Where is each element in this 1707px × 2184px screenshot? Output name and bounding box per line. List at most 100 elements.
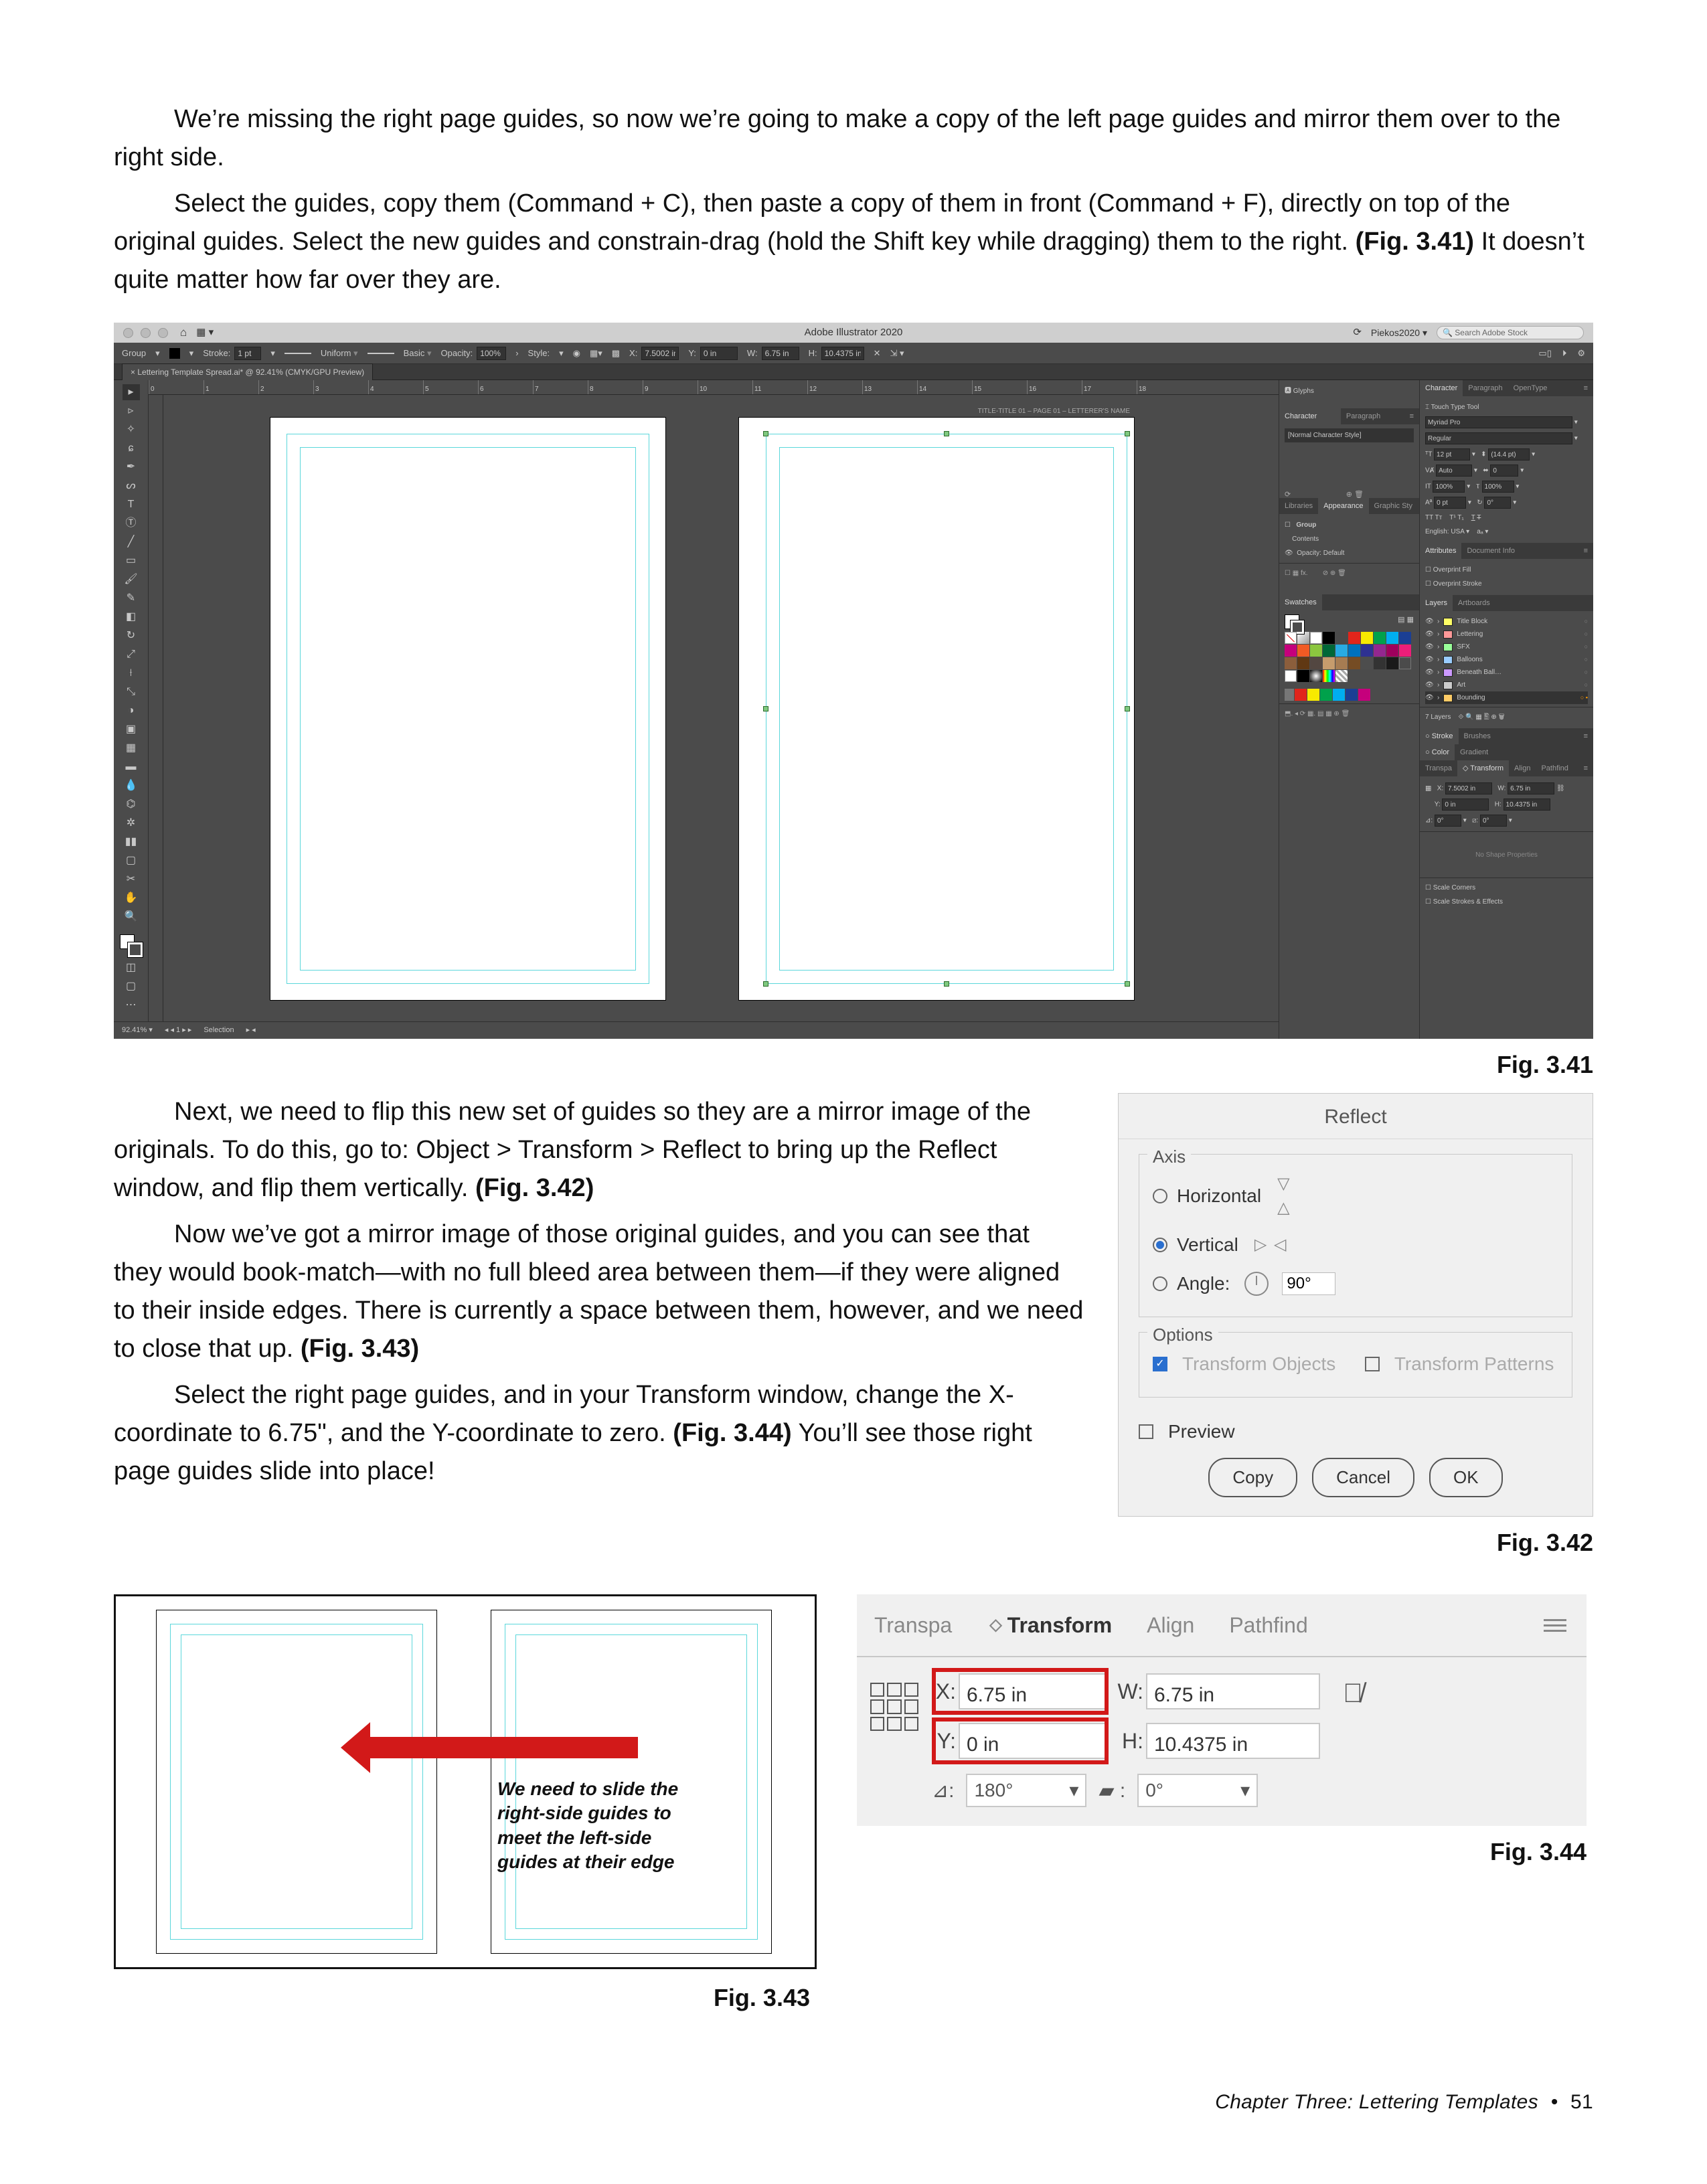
char-styles-tab[interactable]: Character Styles (1279, 408, 1341, 424)
selection-handle[interactable] (944, 981, 949, 987)
perspective-tool-icon[interactable]: ▣ (123, 722, 140, 738)
rectangle-tool-icon[interactable]: ▭ (123, 553, 140, 569)
baseline-input[interactable] (1434, 497, 1466, 509)
document-tab[interactable]: × Lettering Template Spread.ai* @ 92.41%… (122, 363, 373, 380)
arrange-doc-icon[interactable]: ▭▯ (1538, 347, 1551, 360)
layer-item[interactable]: Title Block (1457, 616, 1487, 626)
selection-handle[interactable] (1125, 981, 1130, 987)
angle-radio[interactable]: Angle: (1153, 1264, 1558, 1303)
w-input[interactable] (762, 347, 799, 360)
shaper-tool-icon[interactable]: ✎ (123, 590, 140, 606)
scale-corners-check[interactable]: Scale Corners (1433, 884, 1475, 892)
eraser-tool-icon[interactable]: ◧ (123, 609, 140, 625)
brush-definition[interactable]: Basic (404, 347, 432, 360)
layer-item[interactable]: Bounding (1457, 693, 1485, 703)
y-input[interactable]: 0 in (959, 1723, 1106, 1759)
slice-tool-icon[interactable]: ✂ (123, 871, 140, 888)
layer-item[interactable]: Beneath Ball… (1457, 667, 1501, 677)
h-input[interactable]: 10.4375 in (1146, 1723, 1320, 1759)
copy-button[interactable]: Copy (1208, 1458, 1297, 1497)
transform-h-input[interactable] (1503, 799, 1550, 811)
angle-input[interactable] (1282, 1272, 1335, 1295)
reference-point-icon[interactable] (870, 1683, 918, 1731)
overprint-fill-check[interactable]: Overprint Fill (1433, 566, 1471, 574)
transform-y-input[interactable] (1442, 799, 1489, 811)
character-tab[interactable]: Character (1420, 380, 1463, 396)
selection-handle[interactable] (944, 431, 949, 436)
font-size-input[interactable] (1434, 448, 1470, 460)
canvas[interactable]: TITLE-TITLE 01 – PAGE 01 – LETTERER'S NA… (163, 395, 1279, 1021)
transform-w-input[interactable] (1508, 782, 1554, 794)
align-icon[interactable]: ▦▾ (590, 347, 602, 360)
layer-item[interactable]: Art (1457, 680, 1465, 690)
transform-shear-input[interactable] (1480, 815, 1507, 827)
layer-item[interactable]: SFX (1457, 642, 1469, 652)
shear-input[interactable]: 0°▾ (1137, 1774, 1258, 1807)
artboard-nav[interactable]: ◂ ◂ 1 ▸ ▸ (165, 1025, 191, 1036)
cancel-button[interactable]: Cancel (1312, 1458, 1414, 1497)
zoom-tool-icon[interactable]: 🔍 (123, 909, 140, 925)
width-tool-icon[interactable]: ⟊ (123, 665, 140, 681)
gpu-icon[interactable]: ⏵ (1562, 347, 1567, 360)
selected-guides-inner[interactable] (779, 447, 1114, 971)
kerning-input[interactable] (1436, 465, 1472, 477)
pen-tool-icon[interactable]: ✒ (123, 459, 140, 475)
touch-type-tool-button[interactable]: ⌶ Touch Type Tool (1425, 400, 1588, 414)
attributes-tab[interactable]: Attributes (1420, 543, 1461, 559)
recolor-icon[interactable]: ◉ (573, 347, 580, 360)
artboards-tab[interactable]: Artboards (1453, 595, 1495, 611)
stroke-panel-tab[interactable]: ○ Stroke (1420, 728, 1459, 744)
isolate-icon[interactable]: ✕ (874, 347, 881, 360)
h-input[interactable] (821, 347, 864, 360)
stroke-weight-input[interactable] (234, 347, 261, 360)
type-tool-icon[interactable]: T (123, 497, 140, 513)
transform-icon[interactable]: ▩ (612, 347, 620, 360)
vscale-input[interactable] (1433, 481, 1465, 493)
font-weight-input[interactable] (1425, 432, 1572, 444)
transform-x-input[interactable] (1445, 782, 1492, 794)
fill-swatch[interactable] (169, 348, 180, 359)
zoom-level[interactable]: 92.41% ▾ (122, 1025, 153, 1036)
paragraph-tab[interactable]: Paragraph (1463, 380, 1508, 396)
layer-item[interactable]: Lettering (1457, 629, 1483, 639)
stroke-profile[interactable]: Uniform (321, 347, 358, 360)
appearance-tab[interactable]: Appearance (1318, 498, 1368, 514)
transform-panel-tab[interactable]: ◇ Transform (1457, 760, 1509, 776)
shape-builder-tool-icon[interactable]: ◑ (123, 703, 140, 719)
x-input[interactable] (641, 347, 679, 360)
tab-transform[interactable]: ◇ Transform (969, 1594, 1129, 1656)
swatch-group[interactable] (1285, 686, 1414, 701)
tab-transparency[interactable]: Transpa (857, 1594, 969, 1656)
screen-mode-icon[interactable]: ▢ (123, 979, 140, 995)
swatch-grid[interactable] (1285, 629, 1414, 682)
paintbrush-tool-icon[interactable]: 🖌 (123, 572, 140, 588)
selection-handle[interactable] (763, 431, 768, 436)
hscale-input[interactable] (1482, 481, 1514, 493)
column-graph-tool-icon[interactable]: ▮▮ (123, 834, 140, 850)
selection-handle[interactable] (763, 706, 768, 711)
eyedropper-tool-icon[interactable]: 💧 (123, 778, 140, 794)
ok-button[interactable]: OK (1429, 1458, 1503, 1497)
sync-icon[interactable]: ⟳ (1353, 325, 1362, 341)
transform-objects-check[interactable]: ✓ (1153, 1357, 1167, 1371)
font-family-input[interactable] (1425, 416, 1572, 428)
selection-handle[interactable] (763, 981, 768, 987)
selection-tool-icon[interactable]: ▸ (123, 384, 140, 400)
glyphs-tab[interactable]: Glyphs (1293, 388, 1314, 395)
char-style-item[interactable]: [Normal Character Style] (1285, 428, 1414, 442)
tab-align[interactable]: Align (1129, 1594, 1212, 1656)
docinfo-tab[interactable]: Document Info (1461, 543, 1520, 559)
curvature-tool-icon[interactable]: ᔕ (123, 478, 140, 494)
prefs-icon[interactable]: ⚙ (1577, 347, 1585, 360)
swatch-view-icons[interactable]: ▤ ▦ (1398, 614, 1414, 629)
edit-icon[interactable]: ⇲ ▾ (890, 347, 904, 360)
symbol-sprayer-tool-icon[interactable]: ✲ (123, 815, 140, 831)
mesh-tool-icon[interactable]: ▦ (123, 740, 140, 756)
nav-stepper[interactable]: ▸ ◂ (246, 1025, 256, 1036)
leading-input[interactable] (1488, 448, 1530, 460)
artboard-tool-icon[interactable]: ▢ (123, 853, 140, 869)
brush-line[interactable] (368, 353, 394, 354)
transform-patterns-check[interactable] (1365, 1357, 1380, 1371)
rotate-tool-icon[interactable]: ↻ (123, 628, 140, 644)
tab-pathfinder[interactable]: Pathfind (1212, 1594, 1325, 1656)
